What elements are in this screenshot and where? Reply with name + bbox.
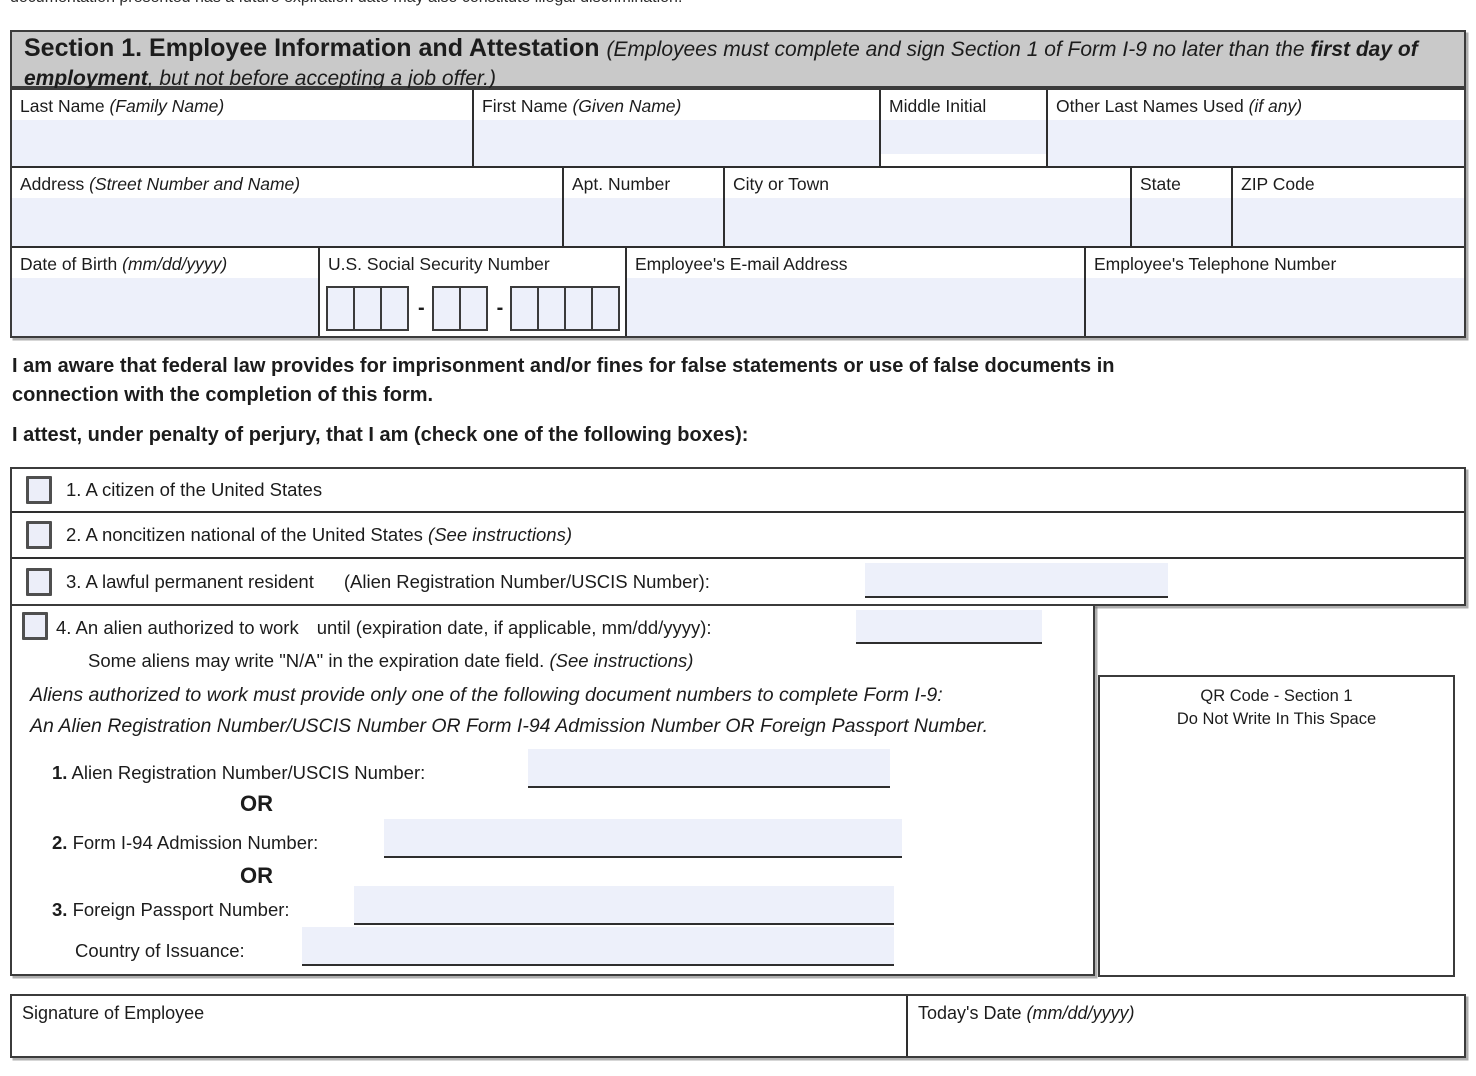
foreign-passport-label: 3. Foreign Passport Number: <box>52 899 290 921</box>
citizenship-options: 1. A citizen of the United States 2. A n… <box>10 467 1466 606</box>
state-cell: State <box>1130 168 1231 246</box>
dob-label: Date of Birth (mm/dd/yyyy) <box>12 248 318 278</box>
option1-label: 1. A citizen of the United States <box>66 479 322 501</box>
email-cell: Employee's E-mail Address <box>625 248 1084 336</box>
alien-number-option3-input[interactable] <box>865 563 1168 598</box>
country-of-issuance-label: Country of Issuance: <box>75 940 245 962</box>
clipped-notice-text: documentation presented has a future exp… <box>10 0 682 7</box>
dob-cell: Date of Birth (mm/dd/yyyy) <box>12 248 318 336</box>
personal-info-table: Last Name (Family Name) First Name (Give… <box>10 88 1466 338</box>
signature-label: Signature of Employee <box>22 1003 204 1023</box>
country-of-issuance-input[interactable] <box>302 927 894 966</box>
option1-checkbox[interactable] <box>26 476 52 504</box>
first-name-cell: First Name (Given Name) <box>472 90 879 166</box>
zip-cell: ZIP Code <box>1231 168 1464 246</box>
ssn-digit-box[interactable] <box>326 286 355 331</box>
section1-note-post: , but not before accepting a job offer.) <box>148 67 496 90</box>
option3-label: 3. A lawful permanent resident <box>66 571 314 593</box>
option4-note: Some aliens may write "N/A" in the expir… <box>88 650 693 672</box>
first-name-input[interactable] <box>474 120 879 166</box>
table-row: Last Name (Family Name) First Name (Give… <box>12 90 1464 166</box>
or-separator-1: OR <box>240 791 273 817</box>
phone-label: Employee's Telephone Number <box>1086 248 1464 278</box>
last-name-input[interactable] <box>12 120 472 166</box>
option4-label: 4. An alien authorized to workuntil (exp… <box>56 617 712 639</box>
middle-initial-label: Middle Initial <box>881 90 1046 120</box>
table-row: Date of Birth (mm/dd/yyyy) U.S. Social S… <box>12 246 1464 336</box>
form-i94-input[interactable] <box>384 819 902 858</box>
other-last-names-input[interactable] <box>1048 120 1464 166</box>
city-label: City or Town <box>725 168 1130 198</box>
signature-of-employee-cell[interactable]: Signature of Employee <box>12 996 908 1056</box>
ssn-digit-box[interactable] <box>591 286 620 331</box>
option2-checkbox[interactable] <box>26 521 52 549</box>
email-label: Employee's E-mail Address <box>627 248 1084 278</box>
city-input[interactable] <box>725 198 1130 246</box>
federal-law-warning: I am aware that federal law provides for… <box>12 352 1115 410</box>
table-row: Address (Street Number and Name) Apt. Nu… <box>12 166 1464 246</box>
other-last-names-label: Other Last Names Used (if any) <box>1048 90 1464 120</box>
option3-row: 3. A lawful permanent resident (Alien Re… <box>12 557 1464 604</box>
state-input[interactable] <box>1132 198 1231 246</box>
ssn-digit-box[interactable] <box>353 286 382 331</box>
todays-date-cell[interactable]: Today's Date (mm/dd/yyyy) <box>908 996 1464 1056</box>
ssn-digit-box[interactable] <box>510 286 539 331</box>
option1-row: 1. A citizen of the United States <box>12 469 1464 511</box>
last-name-cell: Last Name (Family Name) <box>12 90 472 166</box>
expiration-date-input[interactable] <box>856 610 1042 644</box>
qr-code-subtitle: Do Not Write In This Space <box>1100 708 1453 731</box>
i9-form-section1: documentation presented has a future exp… <box>0 0 1476 1076</box>
apt-number-label: Apt. Number <box>564 168 723 198</box>
middle-initial-cell: Middle Initial <box>879 90 1046 166</box>
address-input[interactable] <box>12 198 562 246</box>
qr-code-box: QR Code - Section 1 Do Not Write In This… <box>1098 675 1455 977</box>
city-cell: City or Town <box>723 168 1130 246</box>
attestation-instruction: I attest, under penalty of perjury, that… <box>12 424 748 447</box>
ssn-label: U.S. Social Security Number <box>320 248 625 278</box>
alien-registration-input[interactable] <box>528 749 890 788</box>
zip-input[interactable] <box>1233 198 1464 246</box>
first-name-label: First Name (Given Name) <box>474 90 879 120</box>
ssn-digit-box[interactable] <box>537 286 566 331</box>
last-name-label: Last Name (Family Name) <box>12 90 472 120</box>
option3-checkbox[interactable] <box>26 568 52 596</box>
ssn-digit-box[interactable] <box>564 286 593 331</box>
option4-box: 4. An alien authorized to workuntil (exp… <box>10 604 1095 976</box>
section1-title: Section 1. Employee Information and Atte… <box>24 34 606 62</box>
section1-header: Section 1. Employee Information and Atte… <box>10 30 1466 88</box>
apt-number-cell: Apt. Number <box>562 168 723 246</box>
ssn-digit-box[interactable] <box>380 286 409 331</box>
dob-input[interactable] <box>12 278 318 336</box>
state-label: State <box>1132 168 1231 198</box>
option2-row: 2. A noncitizen national of the United S… <box>12 511 1464 557</box>
section1-note-pre: (Employees must complete and sign Sectio… <box>606 38 1310 61</box>
qr-code-title: QR Code - Section 1 <box>1100 685 1453 708</box>
option4-checkbox[interactable] <box>22 612 48 640</box>
option3-field-label: (Alien Registration Number/USCIS Number)… <box>344 571 710 593</box>
middle-initial-input[interactable] <box>881 120 1046 154</box>
zip-label: ZIP Code <box>1233 168 1464 198</box>
address-cell: Address (Street Number and Name) <box>12 168 562 246</box>
ssn-boxes: - - <box>320 286 625 331</box>
signature-table: Signature of Employee Today's Date (mm/d… <box>10 994 1466 1058</box>
ssn-dash: - <box>497 297 504 320</box>
foreign-passport-input[interactable] <box>354 886 894 925</box>
phone-input[interactable] <box>1086 278 1464 336</box>
aliens-document-note: Aliens authorized to work must provide o… <box>30 680 988 742</box>
other-last-names-cell: Other Last Names Used (if any) <box>1046 90 1464 166</box>
ssn-digit-box[interactable] <box>459 286 488 331</box>
form-i94-label: 2. Form I-94 Admission Number: <box>52 832 318 854</box>
phone-cell: Employee's Telephone Number <box>1084 248 1464 336</box>
address-label: Address (Street Number and Name) <box>12 168 562 198</box>
ssn-dash: - <box>418 297 425 320</box>
todays-date-label: Today's Date (mm/dd/yyyy) <box>918 1003 1135 1023</box>
option2-label: 2. A noncitizen national of the United S… <box>66 524 572 546</box>
alien-registration-label: 1. Alien Registration Number/USCIS Numbe… <box>52 762 425 784</box>
apt-number-input[interactable] <box>564 198 723 246</box>
or-separator-2: OR <box>240 863 273 889</box>
email-input[interactable] <box>627 278 1084 336</box>
ssn-cell: U.S. Social Security Number - - <box>318 248 625 336</box>
ssn-digit-box[interactable] <box>432 286 461 331</box>
